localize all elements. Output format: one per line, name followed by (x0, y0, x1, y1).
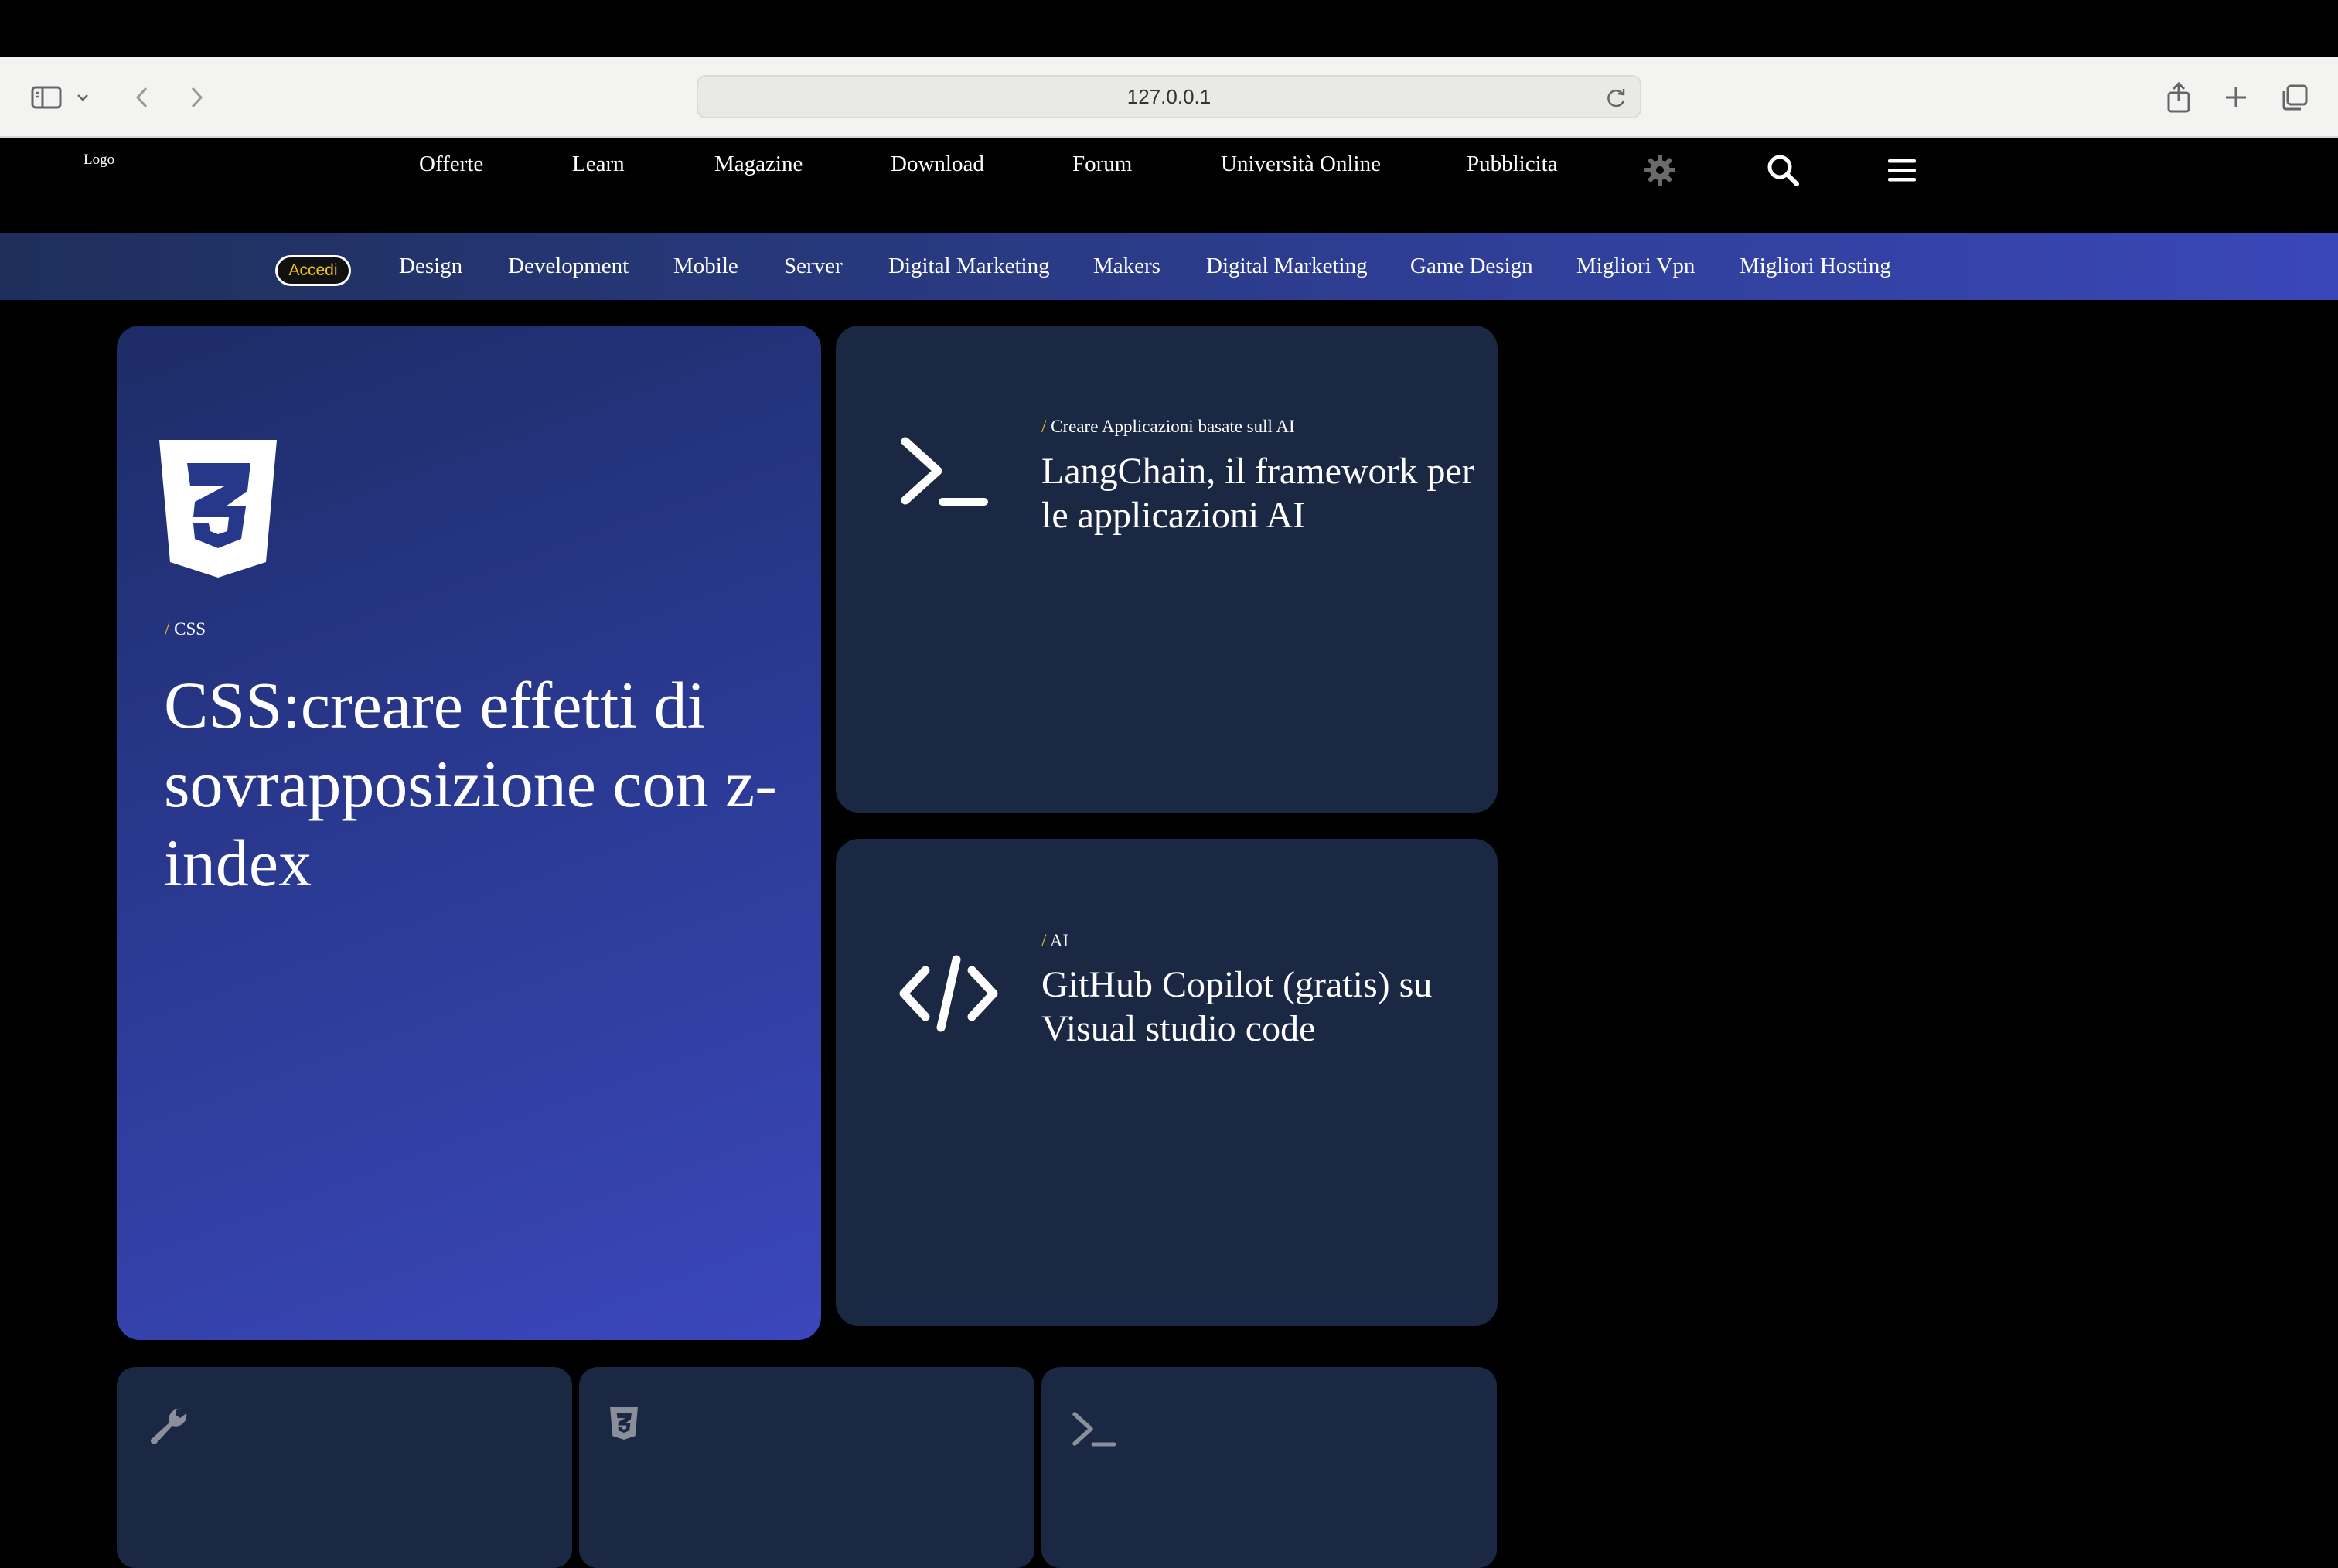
login-button[interactable]: Accedi (275, 255, 351, 286)
category-item-development[interactable]: Development (508, 254, 629, 279)
search-icon[interactable] (1763, 150, 1803, 190)
category-bar: Accedi Design Development Mobile Server … (0, 233, 2338, 300)
article-category[interactable]: / Creare Applicazioni basate sull AI (1041, 417, 1295, 437)
category-item-mobile[interactable]: Mobile (673, 254, 738, 279)
article-card-small[interactable] (117, 1367, 572, 1568)
article-category-label: Creare Applicazioni basate sull AI (1051, 417, 1295, 436)
tab-overview-icon[interactable] (2273, 76, 2316, 119)
featured-title[interactable]: CSS:creare effetti di sovrapposizione co… (164, 666, 806, 902)
css3-icon (610, 1407, 638, 1444)
category-item-game-design[interactable]: Game Design (1410, 254, 1533, 279)
address-text: 127.0.0.1 (1126, 84, 1212, 108)
category-item-design[interactable]: Design (399, 254, 462, 279)
nav-item-forum[interactable]: Forum (1072, 152, 1132, 177)
nav-item-universita-online[interactable]: Università Online (1221, 152, 1381, 177)
terminal-icon (898, 434, 993, 515)
css3-icon (159, 440, 277, 581)
nav-item-learn[interactable]: Learn (572, 152, 625, 177)
menu-icon[interactable] (1882, 150, 1922, 190)
forward-icon[interactable] (175, 76, 218, 119)
article-title[interactable]: LangChain, il framework per le applicazi… (1041, 449, 1498, 537)
window-top-bar (0, 0, 2338, 57)
category-item-migliori-vpn[interactable]: Migliori Vpn (1576, 254, 1695, 279)
article-category[interactable]: / AI (1041, 931, 1068, 951)
article-card[interactable]: / AI GitHub Copilot (gratis) su Visual s… (836, 839, 1498, 1326)
category-item-makers[interactable]: Makers (1093, 254, 1160, 279)
category-item-server[interactable]: Server (784, 254, 843, 279)
featured-category-label: CSS (174, 619, 206, 639)
article-card[interactable]: / Creare Applicazioni basate sull AI Lan… (836, 326, 1498, 813)
gear-icon[interactable] (1640, 150, 1680, 190)
new-tab-icon[interactable] (2214, 76, 2258, 119)
category-item-digital-marketing[interactable]: Digital Marketing (888, 254, 1050, 279)
wrench-icon (146, 1404, 188, 1450)
nav-item-pubblicita[interactable]: Pubblicita (1467, 152, 1558, 177)
featured-category[interactable]: / CSS (165, 619, 206, 639)
nav-item-offerte[interactable]: Offerte (419, 152, 483, 177)
article-card-small[interactable] (1041, 1367, 1497, 1568)
reload-icon[interactable] (1603, 85, 1629, 111)
address-bar[interactable]: 127.0.0.1 (697, 75, 1641, 118)
featured-article-card[interactable]: / CSS CSS:creare effetti di sovrapposizi… (117, 326, 821, 1340)
sidebar-toggle-icon[interactable] (25, 76, 68, 119)
code-icon (898, 953, 1000, 1038)
logo[interactable]: Logo (84, 152, 114, 169)
chevron-down-icon[interactable] (70, 76, 96, 119)
site-header: Logo Offerte Learn Magazine Download For… (0, 138, 2338, 233)
back-icon[interactable] (121, 76, 164, 119)
category-item-migliori-hosting[interactable]: Migliori Hosting (1740, 254, 1891, 279)
terminal-icon (1071, 1410, 1119, 1453)
article-category-label: AI (1049, 931, 1069, 950)
nav-item-download[interactable]: Download (891, 152, 984, 177)
share-icon[interactable] (2157, 76, 2200, 119)
category-item-digital-marketing-2[interactable]: Digital Marketing (1206, 254, 1368, 279)
article-card-small[interactable] (579, 1367, 1034, 1568)
nav-item-magazine[interactable]: Magazine (714, 152, 803, 177)
article-title[interactable]: GitHub Copilot (gratis) su Visual studio… (1041, 963, 1498, 1051)
